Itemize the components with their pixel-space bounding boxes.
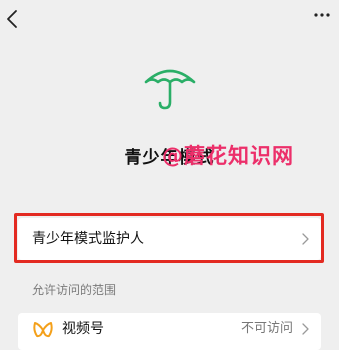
access-item-channels[interactable]: 视频号 不可访问 <box>18 313 321 350</box>
chevron-left-icon[interactable] <box>4 8 20 30</box>
guardian-highlight-box <box>14 213 324 263</box>
channels-status: 不可访问 <box>240 321 293 336</box>
channels-label: 视频号 <box>62 321 104 337</box>
watermark-text: @蘑花知识网 <box>162 144 294 168</box>
more-dots-icon[interactable] <box>313 10 331 20</box>
top-bar <box>0 0 339 40</box>
access-section-label: 允许访问的范围 <box>32 283 117 297</box>
umbrella-icon <box>144 69 196 110</box>
chevron-right-icon <box>302 323 309 335</box>
channels-icon <box>33 322 53 338</box>
